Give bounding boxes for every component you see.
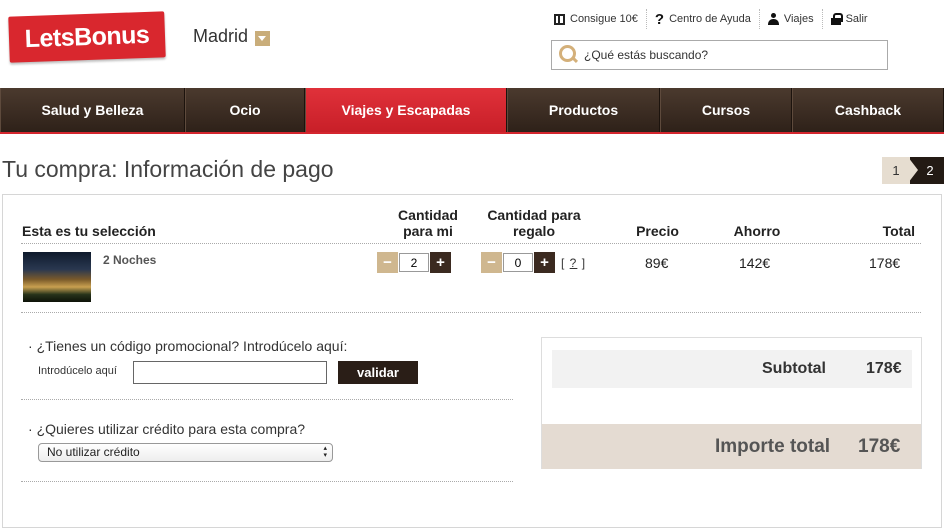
header-qty-gift-line1: Cantidad para [487,207,581,223]
qty-me-stepper: − + [377,252,451,273]
lock-icon [830,13,843,25]
city-selector[interactable]: Madrid [193,26,271,47]
nav-item-productos[interactable]: Productos [507,88,660,132]
product-name: 2 Noches [103,253,157,267]
trips-label: Viajes [783,13,814,25]
qty-me-minus-button[interactable]: − [377,252,398,273]
divider [21,243,921,244]
user-icon [767,13,779,25]
qty-me-plus-button[interactable]: + [430,252,451,273]
qty-gift-input[interactable] [503,253,533,272]
nav-item-viajes-escapadas[interactable]: Viajes y Escapadas [305,88,507,132]
step-2-current: 2 [908,157,944,184]
row-saving: 142€ [739,255,771,271]
header-qty-me-line2: para mi [403,223,453,239]
credit-select[interactable]: No utilizar crédito [38,443,333,462]
qty-gift-stepper: − + [ ? ] [481,252,586,273]
qty-gift-minus-button[interactable]: − [481,252,502,273]
step-1: 1 [882,157,910,184]
promo-code-input[interactable] [133,361,327,384]
checkout-steps: 1 2 [882,157,944,184]
promo-label: Introdúcelo aquí [38,365,117,377]
gift-help-link[interactable]: [ ? ] [561,256,586,270]
credit-title-text: ¿Quieres utilizar crédito para esta comp… [36,421,306,437]
city-label: Madrid [193,26,249,46]
total-row: Importe total 178€ [542,424,921,469]
header-qty-gift-line2: regalo [512,223,555,239]
help-center-label: Centro de Ayuda [669,13,751,25]
page-title: Tu compra: Información de pago [2,156,334,182]
nav-item-cursos[interactable]: Cursos [660,88,792,132]
header-qty-me-line1: Cantidad [398,207,458,223]
credit-title: · ¿Quieres utilizar crédito para esta co… [28,421,306,437]
order-summary: Subtotal 178€ Importe total 178€ [541,337,922,469]
subtotal-row: Subtotal 178€ [552,350,912,388]
total-label: Importe total [715,436,831,457]
gift-link[interactable]: Consigue 10€ [546,9,646,29]
header-total: Total [882,223,915,239]
search-box[interactable] [551,40,888,70]
promo-title: · ¿Tienes un código promocional? Introdú… [28,338,348,354]
question-icon: ? [654,10,665,28]
header-price: Precio [636,223,679,239]
search-icon[interactable] [557,43,581,67]
total-value: 178€ [858,436,901,457]
chevron-down-icon[interactable] [255,31,271,46]
promo-title-text: ¿Tienes un código promocional? Introdúce… [36,338,348,354]
header-selection: Esta es tu selección [22,223,156,239]
main-nav: Salud y Belleza Ocio Viajes y Escapadas … [0,88,944,134]
gift-link-label: Consigue 10€ [570,13,638,25]
nav-item-cashback[interactable]: Cashback [792,88,944,132]
qty-me-input[interactable] [399,253,429,272]
logout-label: Salir [845,13,868,25]
divider [21,481,513,482]
gift-help-mark: ? [569,255,578,270]
header-qty-gift: Cantidad para regalo [475,207,593,239]
qty-gift-plus-button[interactable]: + [534,252,555,273]
divider [21,312,921,313]
validate-button[interactable]: validar [338,361,418,384]
header-qty-me: Cantidad para mi [373,207,483,239]
trips-link[interactable]: Viajes [760,9,822,29]
table-header: Esta es tu selección Cantidad para mi Ca… [3,195,941,243]
divider [21,399,513,400]
nav-item-salud-belleza[interactable]: Salud y Belleza [0,88,185,132]
product-thumbnail[interactable] [23,252,91,302]
row-price: 89€ [645,255,669,271]
subtotal-label: Subtotal [762,360,826,377]
row-total: 178€ [869,255,901,271]
header-saving: Ahorro [733,223,781,239]
subtotal-value: 178€ [866,360,902,377]
gift-icon [554,13,565,25]
top-links: Consigue 10€ ? Centro de Ayuda Viajes Sa… [546,9,876,29]
letsbonus-logo[interactable]: LetsBonus [8,11,166,63]
payment-panel: Esta es tu selección Cantidad para mi Ca… [2,194,942,528]
search-input[interactable] [584,48,874,62]
help-center-link[interactable]: ? Centro de Ayuda [647,9,759,29]
logout-link[interactable]: Salir [823,9,876,29]
nav-item-ocio[interactable]: Ocio [185,88,305,132]
